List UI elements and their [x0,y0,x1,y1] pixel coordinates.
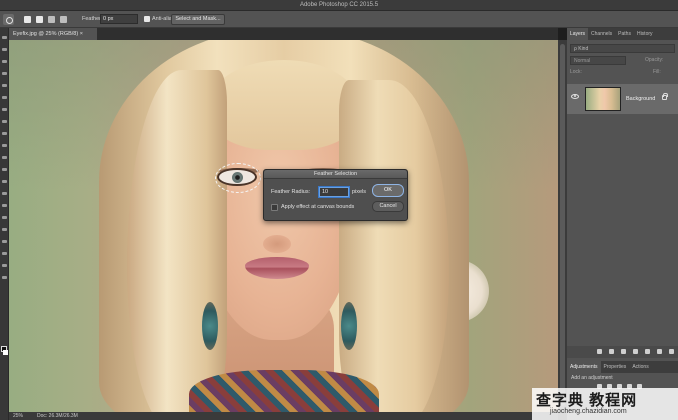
photo-scarf [189,370,379,412]
lasso-tool-icon[interactable] [2,60,7,63]
photo-hair-fringe [209,60,359,150]
adjustments-panel-tabs: Adjustments Properties Actions [567,361,678,373]
document-tab[interactable]: Eyefix.jpg @ 25% (RGB/8) × [9,28,97,40]
crop-tool-icon[interactable] [2,84,7,87]
link-layers-icon[interactable] [597,349,602,354]
fill-label: Fill: [653,69,661,75]
path-selection-tool-icon[interactable] [2,228,7,231]
add-to-selection-icon[interactable] [36,16,43,23]
document-size: Doc: 26.3M/26.3M [37,413,78,419]
tab-paths[interactable]: Paths [615,28,634,40]
edit-toolbar-icon[interactable] [2,276,7,279]
dialog-title[interactable]: Feather Selection [264,170,407,179]
intersect-selection-icon[interactable] [60,16,67,23]
tab-channels[interactable]: Channels [588,28,615,40]
marquee-tool-icon[interactable] [2,48,7,51]
canvas-bounds-label: Apply effect at canvas bounds [281,204,355,210]
pen-tool-icon[interactable] [2,204,7,207]
hand-tool-icon[interactable] [2,252,7,255]
gradient-tool-icon[interactable] [2,168,7,171]
photo-earring-right [341,302,357,350]
adjustment-layer-icon[interactable] [633,349,638,354]
layer-kind-filter[interactable]: ρ Kind [570,44,675,53]
opacity-label: Opacity: [645,57,664,63]
layers-footer [567,346,678,358]
tab-history[interactable]: History [634,28,656,40]
lock-icon[interactable] [662,93,668,100]
trash-icon[interactable] [669,349,674,354]
add-adjustment-label: Add an adjustment [571,375,613,381]
layer-thumbnail [585,87,621,111]
status-bar: 25% Doc: 26.3M/26.3M [9,412,558,420]
layers-panel: Layers Channels Paths History ρ Kind Normal… [567,28,678,420]
brush-tool-icon[interactable] [2,120,7,123]
zoom-level[interactable]: 25% [13,413,23,419]
blur-tool-icon[interactable] [2,180,7,183]
tab-properties[interactable]: Properties [601,361,630,373]
new-group-icon[interactable] [645,349,650,354]
lock-label: Lock: [570,69,582,75]
feather-input[interactable]: 0 px [100,14,138,24]
selection-marquee [215,163,261,193]
canvas-bounds-checkbox[interactable] [271,204,278,211]
new-layer-icon[interactable] [657,349,662,354]
move-tool-icon[interactable] [2,36,7,39]
feather-radius-unit: pixels [352,189,367,195]
ok-button[interactable]: OK [372,184,404,197]
photo-earring-left [202,302,218,350]
history-brush-tool-icon[interactable] [2,144,7,147]
select-and-mask-button[interactable]: Select and Mask... [171,14,225,25]
vertical-scrollbar[interactable] [558,40,567,412]
watermark-title: 查字典 教程网 [536,392,638,409]
options-bar: Feather: 0 px Anti-alias Select and Mask… [0,11,678,28]
layer-name: Background [626,96,656,102]
healing-brush-tool-icon[interactable] [2,108,7,111]
shape-tool-icon[interactable] [2,240,7,243]
layer-row-background[interactable]: Background [567,84,678,114]
title-bar: Adobe Photoshop CC 2015.5 [0,0,678,16]
feather-radius-label: Feather Radius: [271,189,311,195]
clone-stamp-tool-icon[interactable] [2,132,7,135]
dodge-tool-icon[interactable] [2,192,7,195]
anti-alias-checkbox[interactable] [144,16,150,22]
eraser-tool-icon[interactable] [2,156,7,159]
eye-icon[interactable] [571,94,579,99]
quick-selection-tool-icon[interactable] [2,72,7,75]
scrollbar-thumb[interactable] [560,44,565,406]
zoom-tool-icon[interactable] [2,264,7,267]
watermark-url: jiaocheng.chazidian.com [550,408,627,415]
tab-actions[interactable]: Actions [629,361,651,373]
watermark: 查字典 教程网 jiaocheng.chazidian.com [532,388,678,420]
feather-selection-dialog: Feather Selection Feather Radius: 10 pix… [263,169,408,221]
layer-style-icon[interactable] [609,349,614,354]
photo-nose [263,235,291,253]
window-title: Adobe Photoshop CC 2015.5 [299,2,379,8]
add-mask-icon[interactable] [621,349,626,354]
type-tool-icon[interactable] [2,216,7,219]
cancel-button[interactable]: Cancel [372,201,404,212]
document-canvas[interactable] [9,40,558,412]
blend-mode-select[interactable]: Normal [570,56,626,65]
layers-panel-tabs: Layers Channels Paths History [567,28,678,40]
tools-panel [0,28,9,420]
lasso-tool-preset-icon[interactable] [3,14,14,25]
new-selection-icon[interactable] [24,16,31,23]
tab-row [97,28,558,40]
eyedropper-tool-icon[interactable] [2,96,7,99]
tab-layers[interactable]: Layers [567,28,589,40]
subtract-from-selection-icon[interactable] [48,16,55,23]
feather-radius-input[interactable]: 10 [319,187,349,197]
tab-adjustments[interactable]: Adjustments [567,361,601,373]
background-color-swatch[interactable] [3,350,8,355]
